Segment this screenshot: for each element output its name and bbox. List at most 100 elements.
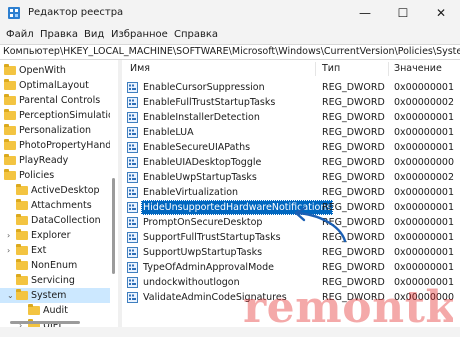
- expand-chevron-icon[interactable]: ›: [7, 243, 15, 258]
- column-type-header[interactable]: Тип: [322, 60, 340, 78]
- value-data: 0x00000002: [394, 97, 455, 108]
- close-button[interactable]: ✕: [422, 0, 460, 26]
- value-data: 0x00000001: [394, 247, 455, 258]
- tree-scroll-thumb[interactable]: [112, 178, 115, 274]
- column-separator[interactable]: [388, 62, 389, 76]
- tree-item-personalization[interactable]: Personalization: [0, 123, 110, 138]
- folder-icon: [4, 109, 16, 120]
- value-data: 0x00000002: [394, 172, 455, 183]
- tree-item-openwith[interactable]: OpenWith: [0, 63, 110, 78]
- tree-item-label: PerceptionSimulationExt: [19, 110, 110, 121]
- folder-icon: [28, 304, 40, 315]
- menu-view[interactable]: Вид: [84, 29, 104, 40]
- tree-item-datacollection[interactable]: DataCollection: [0, 213, 110, 228]
- value-row[interactable]: HideUnsupportedHardwareNotifications REG_…: [122, 200, 460, 215]
- value-type: REG_DWORD: [322, 97, 385, 108]
- reg-dword-icon: [127, 187, 138, 198]
- column-value-header[interactable]: Значение: [394, 60, 442, 78]
- menu-favorites[interactable]: Избранное: [111, 29, 168, 40]
- tree-item-ext[interactable]: › Ext: [0, 243, 110, 258]
- value-name: EnableInstallerDetection: [143, 112, 260, 123]
- folder-icon: [4, 139, 16, 150]
- folder-icon: [4, 154, 16, 165]
- value-row[interactable]: EnableVirtualization REG_DWORD 0x00000001: [122, 185, 460, 200]
- tree-item-attachments[interactable]: Attachments: [0, 198, 110, 213]
- tree-item-servicing[interactable]: Servicing: [0, 273, 110, 288]
- tree-item-label: OpenWith: [19, 65, 66, 76]
- reg-dword-icon: [127, 217, 138, 228]
- tree-item-label: Attachments: [31, 200, 92, 211]
- menu-bar: Файл Правка Вид Избранное Справка: [0, 26, 460, 44]
- tree-item-parental-controls[interactable]: Parental Controls: [0, 93, 110, 108]
- tree-item-playready[interactable]: PlayReady: [0, 153, 110, 168]
- folder-icon: [16, 289, 28, 300]
- value-type: REG_DWORD: [322, 232, 385, 243]
- tree-vertical-scrollbar[interactable]: [110, 60, 118, 317]
- tree-horizontal-scrollbar[interactable]: [0, 318, 118, 326]
- folder-icon: [4, 94, 16, 105]
- value-type: REG_DWORD: [322, 247, 385, 258]
- tree-item-nonenum[interactable]: NonEnum: [0, 258, 110, 273]
- tree-item-label: ActiveDesktop: [31, 185, 100, 196]
- tree-hscroll-thumb[interactable]: [10, 321, 80, 324]
- svg-text:remontka: remontka: [243, 282, 453, 333]
- tree-item-system[interactable]: ⌄ System: [0, 288, 110, 303]
- expand-chevron-icon[interactable]: ⌄: [0, 168, 3, 183]
- value-row[interactable]: EnableCursorSuppression REG_DWORD 0x000000…: [122, 80, 460, 95]
- tree-item-audit[interactable]: Audit: [0, 303, 110, 318]
- value-type: REG_DWORD: [322, 82, 385, 93]
- tree-item-label: PhotoPropertyHandler: [19, 140, 110, 151]
- value-row[interactable]: EnableUwpStartupTasks REG_DWORD 0x00000002: [122, 170, 460, 185]
- value-type: REG_DWORD: [322, 262, 385, 273]
- tree-item-optimallayout[interactable]: OptimalLayout: [0, 78, 110, 93]
- expand-chevron-icon[interactable]: ›: [7, 228, 15, 243]
- value-row[interactable]: EnableUIADesktopToggle REG_DWORD 0x0000000…: [122, 155, 460, 170]
- maximize-button[interactable]: ☐: [384, 0, 422, 26]
- tree-item-perceptionsimulationext[interactable]: PerceptionSimulationExt: [0, 108, 110, 123]
- tree-item-policies[interactable]: ⌄ Policies: [0, 168, 110, 183]
- value-row[interactable]: TypeOfAdminApprovalMode REG_DWORD 0x000000…: [122, 260, 460, 275]
- address-bar[interactable]: Компьютер\HKEY_LOCAL_MACHINE\SOFTWARE\Mi…: [0, 44, 460, 60]
- value-name: TypeOfAdminApprovalMode: [143, 262, 274, 273]
- value-row[interactable]: EnableInstallerDetection REG_DWORD 0x00000…: [122, 110, 460, 125]
- regedit-icon: [8, 7, 20, 19]
- menu-help[interactable]: Справка: [174, 29, 218, 40]
- tree-item-label: DataCollection: [31, 215, 101, 226]
- value-row[interactable]: EnableFullTrustStartupTasks REG_DWORD 0x00…: [122, 95, 460, 110]
- folder-icon: [16, 244, 28, 255]
- tree-item-photopropertyhandler[interactable]: PhotoPropertyHandler: [0, 138, 110, 153]
- menu-file[interactable]: Файл: [6, 29, 34, 40]
- value-name: EnableLUA: [143, 127, 194, 138]
- column-separator[interactable]: [315, 62, 316, 76]
- value-row[interactable]: SupportUwpStartupTasks REG_DWORD 0x0000000…: [122, 245, 460, 260]
- tree-item-label: Ext: [31, 245, 47, 256]
- reg-dword-icon: [127, 82, 138, 93]
- tree-item-label: System: [31, 290, 67, 301]
- menu-edit[interactable]: Правка: [40, 29, 78, 40]
- value-row[interactable]: EnableLUA REG_DWORD 0x00000001: [122, 125, 460, 140]
- tree-item-label: Policies: [19, 170, 55, 181]
- value-type: REG_DWORD: [322, 172, 385, 183]
- watermark-logo: remontka: [243, 278, 460, 337]
- value-data: 0x00000001: [394, 232, 455, 243]
- folder-icon: [16, 214, 28, 225]
- tree-item-label: Parental Controls: [19, 95, 101, 106]
- value-name: SupportFullTrustStartupTasks: [143, 232, 281, 243]
- reg-dword-icon: [127, 157, 138, 168]
- window-title: Редактор реестра: [28, 7, 124, 18]
- reg-dword-icon: [127, 172, 138, 183]
- value-row[interactable]: SupportFullTrustStartupTasks REG_DWORD 0x0…: [122, 230, 460, 245]
- value-row[interactable]: EnableSecureUIAPaths REG_DWORD 0x00000001: [122, 140, 460, 155]
- reg-dword-icon: [127, 247, 138, 258]
- minimize-button[interactable]: —: [346, 0, 384, 26]
- column-name-header[interactable]: Имя: [130, 60, 150, 78]
- value-row[interactable]: PromptOnSecureDesktop REG_DWORD 0x00000001: [122, 215, 460, 230]
- tree-item-activedesktop[interactable]: ActiveDesktop: [0, 183, 110, 198]
- expand-chevron-icon[interactable]: ⌄: [7, 288, 15, 303]
- value-data: 0x00000001: [394, 127, 455, 138]
- value-name: EnableUwpStartupTasks: [143, 172, 257, 183]
- watermark-logo-graphic: remontka: [243, 282, 460, 333]
- value-data: 0x00000001: [394, 142, 455, 153]
- tree-item-explorer[interactable]: › Explorer: [0, 228, 110, 243]
- value-type: REG_DWORD: [322, 187, 385, 198]
